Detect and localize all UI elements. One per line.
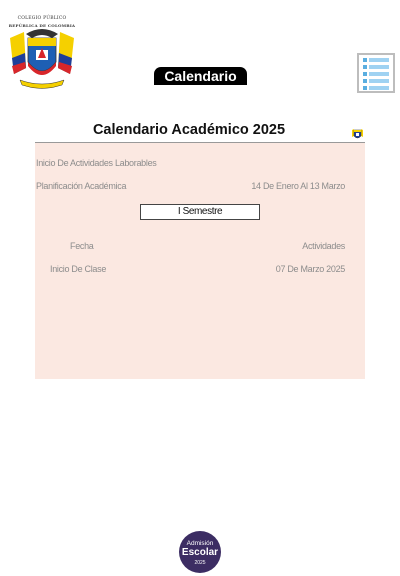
- calendar-card: Inicio De Actividades Laborables Planifi…: [35, 142, 365, 379]
- row-label: Inicio De Actividades Laborables: [36, 158, 157, 168]
- badge-line-2: Escolar: [181, 547, 219, 558]
- table-header-date: Fecha: [70, 241, 94, 251]
- crest-line-1: COLEGIO PÚBLICO: [17, 16, 67, 21]
- school-crest-logo: COLEGIO PÚBLICO REPÚBLICA DE COLOMBIA: [6, 16, 78, 90]
- badge-line-3: 2025: [194, 560, 206, 566]
- mini-crest-icon: [352, 129, 363, 139]
- table-header-activity: Actividades: [302, 241, 345, 251]
- row-value: 14 De Enero Al 13 Marzo: [251, 181, 345, 191]
- calendar-title: Calendario Académico 2025: [92, 122, 286, 138]
- semester-heading: I Semestre: [140, 204, 260, 220]
- menu-button[interactable]: [357, 53, 395, 93]
- page-title: Calendario: [154, 67, 247, 85]
- coat-of-arms-icon: [10, 29, 74, 89]
- table-cell-activity: Inicio De Clase: [50, 264, 107, 274]
- badge-line-1: Admisión: [186, 540, 214, 547]
- admission-badge-link[interactable]: Admisión Escolar 2025: [179, 531, 221, 573]
- row-label: Planificación Académica: [36, 181, 127, 191]
- table-cell-date: 07 De Marzo 2025: [275, 264, 346, 274]
